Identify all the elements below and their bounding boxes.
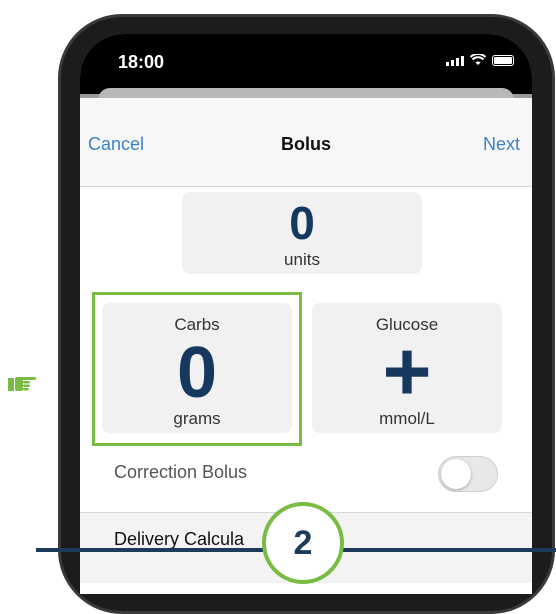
battery-icon — [492, 55, 514, 66]
glucose-unit: mmol/L — [379, 409, 435, 428]
status-bar: 18:00 — [80, 34, 532, 94]
carbs-highlight-box — [92, 292, 302, 446]
status-time: 18:00 — [118, 52, 165, 72]
step-badge: 2 — [262, 502, 344, 584]
glucose-add-icon: + — [382, 324, 432, 418]
units-value: 0 — [289, 197, 315, 249]
glucose-tile[interactable]: Glucose + mmol/L — [312, 303, 502, 433]
units-label: units — [284, 250, 320, 269]
signal-icon — [446, 56, 464, 66]
status-icons — [446, 54, 514, 66]
correction-bolus-toggle[interactable] — [438, 456, 498, 492]
units-tile: 0 units — [182, 192, 422, 274]
correction-bolus-row: Correction Bolus — [80, 450, 532, 498]
nav-bar: Cancel Bolus Next — [80, 98, 532, 187]
wifi-icon — [470, 54, 486, 65]
delivery-calculation-label: Delivery Calcula — [114, 529, 245, 549]
notch — [184, 34, 428, 72]
toggle-knob — [441, 459, 471, 489]
pointing-hand-icon — [8, 377, 36, 391]
step-number: 2 — [293, 524, 313, 562]
page-title: Bolus — [280, 134, 331, 154]
correction-bolus-label: Correction Bolus — [114, 462, 248, 482]
next-button[interactable]: Next — [483, 134, 520, 155]
